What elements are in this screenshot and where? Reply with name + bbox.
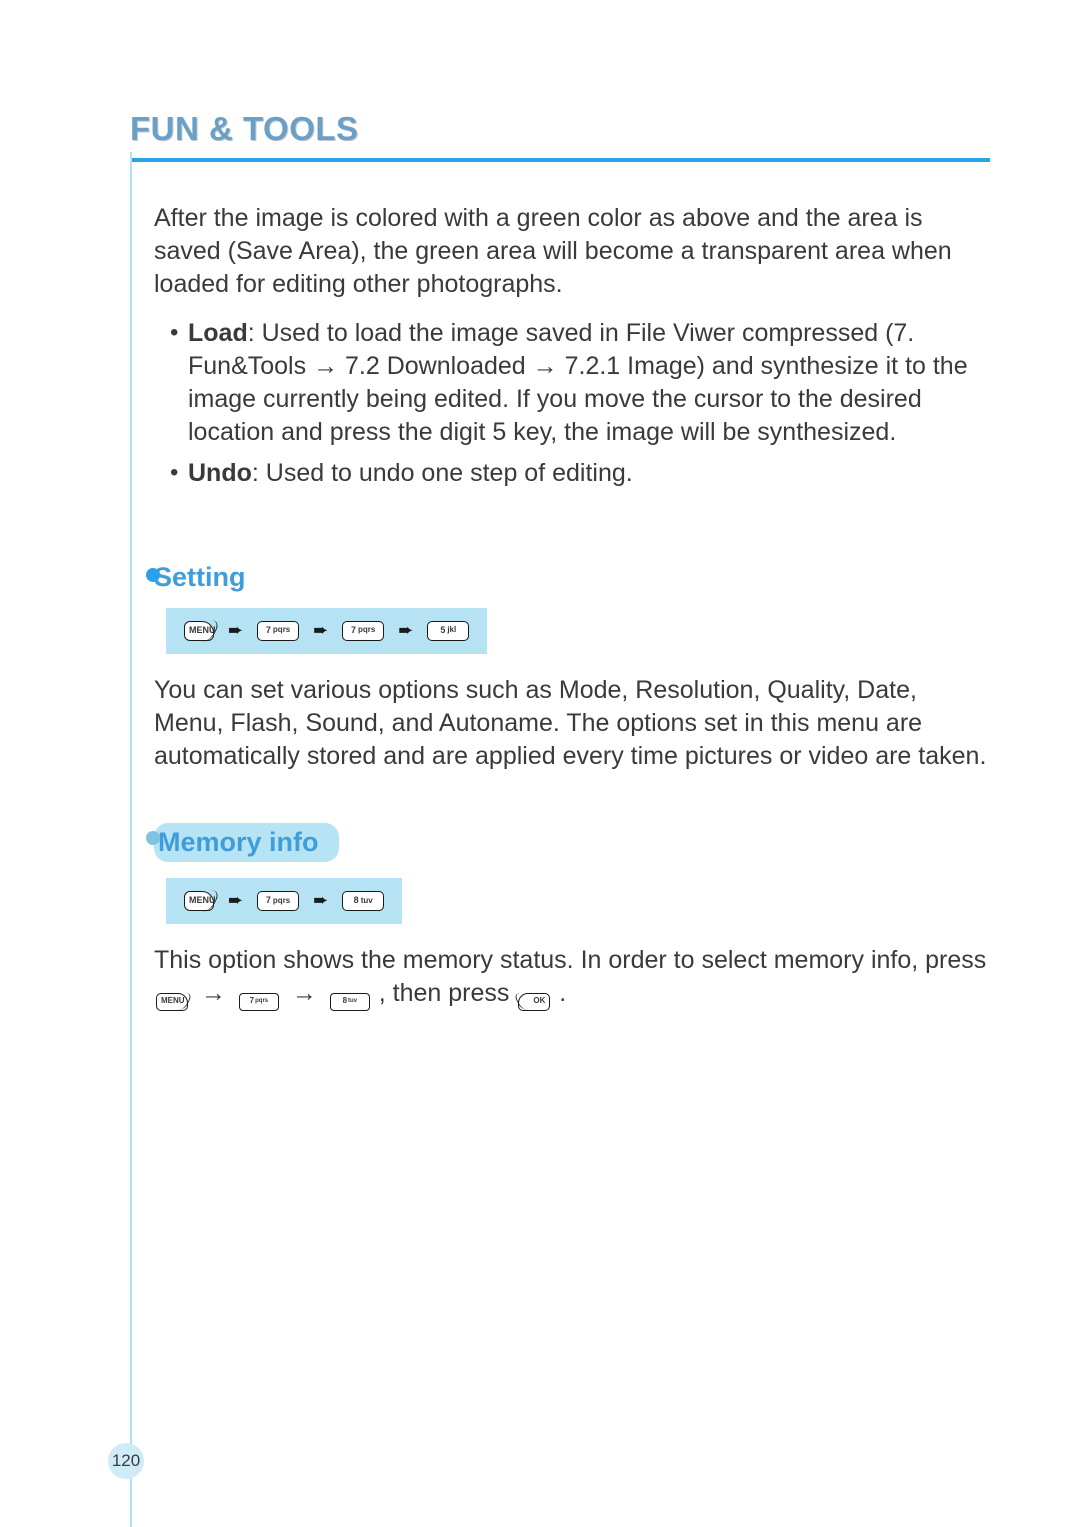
list-item: Load: Used to load the image saved in Fi… (170, 317, 990, 449)
intro-paragraph: After the image is colored with a green … (154, 202, 990, 301)
key-8-icon: 8tuv (330, 993, 370, 1011)
memory-paragraph: This option shows the memory status. In … (154, 944, 990, 1010)
section-title-setting: Setting (154, 560, 990, 596)
arrow-icon: ➨ (398, 619, 413, 643)
side-vertical-line (130, 152, 132, 1527)
key-7-icon: 7pqrs (257, 891, 299, 911)
arrow-right-icon: → (313, 352, 338, 380)
key-7-icon: 7pqrs (257, 621, 299, 641)
key-7-icon: 7pqrs (342, 621, 384, 641)
menu-softkey-icon: MENU (184, 621, 214, 641)
list-item: Undo: Used to undo one step of editing. (170, 457, 990, 490)
key-8-icon: 8tuv (342, 891, 384, 911)
section-title-memory: Memory info (154, 823, 339, 863)
arrow-icon: ➨ (313, 619, 328, 643)
bullet-dot-icon (146, 831, 160, 845)
manual-page: FUN & TOOLS After the image is colored w… (0, 0, 1080, 1527)
key-7-icon: 7pqrs (239, 993, 279, 1011)
key-5-icon: 5jkl (427, 621, 469, 641)
arrow-icon: ➨ (313, 889, 328, 913)
setting-paragraph: You can set various options such as Mode… (154, 674, 990, 773)
key-sequence-strip: MENU ➨ 7pqrs ➨ 7pqrs ➨ 5jkl (166, 608, 487, 654)
section-setting: Setting MENU ➨ 7pqrs ➨ 7pqrs ➨ 5jkl You … (154, 560, 990, 773)
memory-text-then: , then press (379, 979, 517, 1007)
arrow-right-icon: → (292, 979, 317, 1007)
title-underline (130, 158, 990, 162)
term-load: Load (188, 319, 248, 347)
load-text-2: 7.2 Downloaded (338, 352, 533, 380)
menu-softkey-icon: MENU (184, 891, 214, 911)
section-memory-info: Memory info MENU ➨ 7pqrs ➨ 8tuv This opt… (154, 823, 990, 1011)
ok-softkey-icon: OK (518, 993, 550, 1011)
arrow-right-icon: → (201, 979, 226, 1007)
page-title: FUN & TOOLS (130, 110, 990, 148)
arrow-right-icon: → (533, 352, 558, 380)
term-undo: Undo (188, 459, 252, 487)
bullet-list: Load: Used to load the image saved in Fi… (154, 317, 990, 490)
arrow-icon: ➨ (228, 619, 243, 643)
memory-text-1: This option shows the memory status. In … (154, 946, 986, 974)
page-number: 120 (108, 1443, 144, 1479)
page-content: After the image is colored with a green … (154, 202, 990, 1011)
bullet-dot-icon (146, 568, 160, 582)
menu-softkey-icon: MENU (156, 993, 188, 1011)
key-sequence-strip: MENU ➨ 7pqrs ➨ 8tuv (166, 878, 402, 924)
arrow-icon: ➨ (228, 889, 243, 913)
memory-text-end: . (559, 979, 566, 1007)
undo-text: : Used to undo one step of editing. (252, 459, 633, 487)
